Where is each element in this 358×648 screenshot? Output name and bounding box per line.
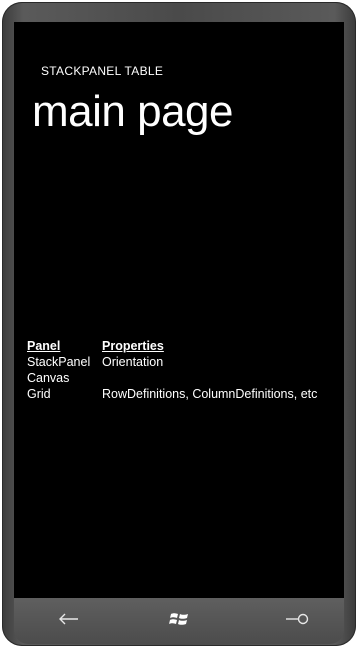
- page-title: main page: [32, 87, 233, 136]
- header-properties: Properties: [102, 339, 164, 353]
- search-button[interactable]: [282, 608, 312, 634]
- table-cell-properties: Orientation: [102, 355, 164, 369]
- table-row: StackPanel Orientation: [27, 354, 317, 370]
- table-row: Canvas: [27, 370, 317, 386]
- header-panel: Panel: [27, 339, 61, 353]
- table-cell-properties: RowDefinitions, ColumnDefinitions, etc: [102, 387, 318, 401]
- back-button[interactable]: [54, 608, 84, 634]
- stackpanel-table: Panel Properties StackPanel Orientation …: [27, 338, 317, 402]
- windows-logo-icon: [169, 611, 189, 632]
- table-header-row: Panel Properties: [27, 338, 317, 354]
- app-screen: STACKPANEL TABLE main page Panel Propert…: [14, 22, 344, 598]
- back-arrow-icon: [58, 612, 80, 630]
- hardware-button-bar: [14, 598, 344, 644]
- table-cell-panel: Canvas: [27, 371, 70, 385]
- table-cell-panel: Grid: [27, 387, 51, 401]
- table-cell-panel: StackPanel: [27, 355, 91, 369]
- start-button[interactable]: [164, 608, 194, 634]
- table-row: Grid RowDefinitions, ColumnDefinitions, …: [27, 386, 317, 402]
- search-icon: [285, 612, 309, 630]
- app-title: STACKPANEL TABLE: [41, 64, 164, 78]
